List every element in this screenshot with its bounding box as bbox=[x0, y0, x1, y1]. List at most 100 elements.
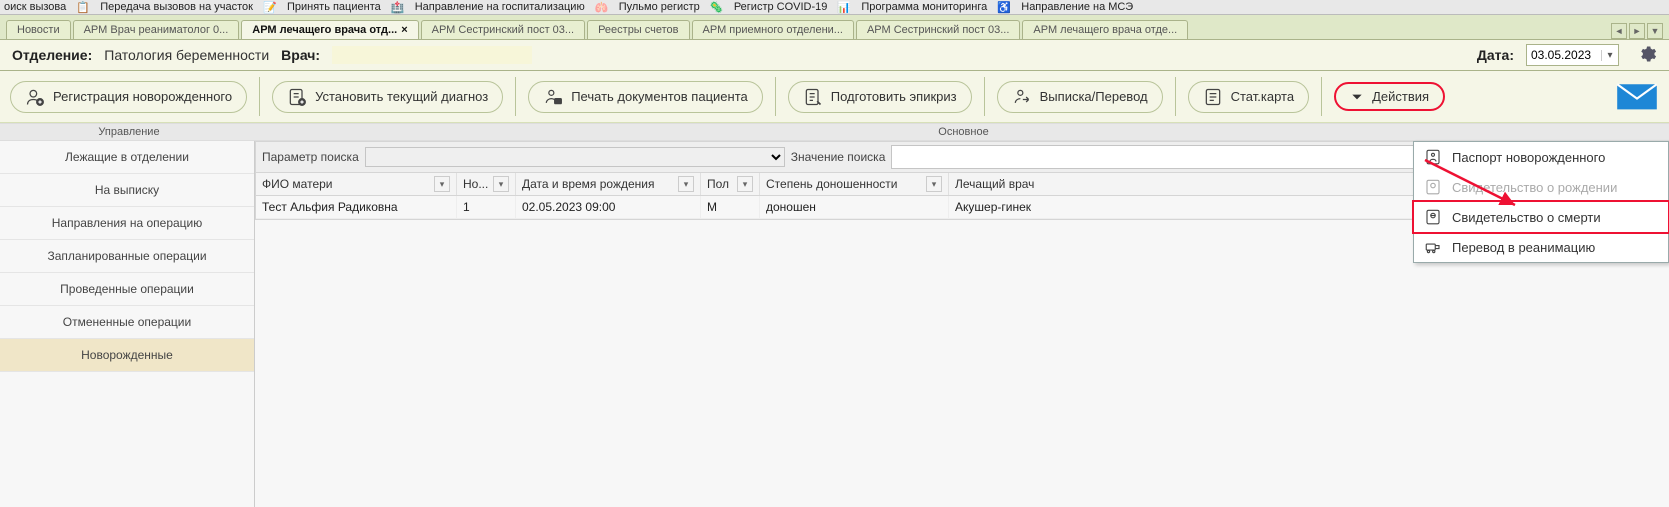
filter-icon[interactable]: ▾ bbox=[493, 176, 509, 192]
menu-item-passport[interactable]: Паспорт новорожденного bbox=[1414, 142, 1668, 172]
gear-icon[interactable] bbox=[1637, 44, 1657, 67]
tab[interactable]: АРМ лечащего врача отде... bbox=[1022, 20, 1188, 39]
button-label: Печать документов пациента bbox=[571, 89, 748, 104]
icon: ♿ bbox=[993, 1, 1015, 13]
department-label: Отделение: bbox=[12, 47, 92, 63]
icon: 🫁 bbox=[591, 1, 613, 13]
button-label: Выписка/Перевод bbox=[1040, 89, 1148, 104]
filter-icon[interactable]: ▾ bbox=[434, 176, 450, 192]
department-value: Патология беременности bbox=[104, 47, 269, 63]
date-picker[interactable]: ▾ bbox=[1526, 44, 1619, 66]
divider bbox=[984, 77, 985, 116]
actions-button[interactable]: Действия bbox=[1334, 82, 1445, 111]
tab-nav: ◄ ► ▼ bbox=[1611, 23, 1663, 39]
divider bbox=[515, 77, 516, 116]
icon: 📋 bbox=[72, 1, 94, 13]
menu-item[interactable]: Программа мониторинга bbox=[857, 1, 991, 13]
tab-prev-button[interactable]: ◄ bbox=[1611, 23, 1627, 39]
menu-item-label: Перевод в реанимацию bbox=[1452, 240, 1595, 255]
menu-item[interactable]: Направление на МСЭ bbox=[1017, 1, 1137, 13]
sidebar-item-selected[interactable]: Новорожденные bbox=[0, 339, 254, 372]
filter-icon[interactable]: ▾ bbox=[678, 176, 694, 192]
cell: 1 bbox=[457, 196, 516, 218]
divider bbox=[1175, 77, 1176, 116]
menu-item[interactable]: Принять пациента bbox=[283, 1, 385, 13]
print-docs-button[interactable]: Печать документов пациента bbox=[528, 81, 763, 113]
set-diagnosis-button[interactable]: Установить текущий диагноз bbox=[272, 81, 503, 113]
group-management: Управление bbox=[0, 124, 258, 140]
tab-bar: Новости АРМ Врач реаниматолог 0... АРМ л… bbox=[0, 15, 1669, 40]
button-label: Подготовить эпикриз bbox=[831, 89, 957, 104]
date-input[interactable] bbox=[1527, 46, 1601, 64]
tab[interactable]: АРМ Сестринский пост 03... bbox=[856, 20, 1020, 39]
discharge-transfer-button[interactable]: Выписка/Перевод bbox=[997, 81, 1163, 113]
tab[interactable]: АРМ приемного отделени... bbox=[692, 20, 854, 39]
menu-item-to-reanimation[interactable]: Перевод в реанимацию bbox=[1414, 232, 1668, 262]
mail-icon[interactable] bbox=[1615, 77, 1659, 116]
menu-item[interactable]: Передача вызовов на участок bbox=[96, 1, 257, 13]
column-header[interactable]: Лечащий врач bbox=[955, 177, 1034, 191]
sidebar-item[interactable]: Проведенные операции bbox=[0, 273, 254, 306]
divider bbox=[259, 77, 260, 116]
cell: Тест Альфия Радиковна bbox=[256, 196, 457, 218]
menu-item[interactable]: Направление на госпитализацию bbox=[411, 1, 589, 13]
filter-icon[interactable]: ▾ bbox=[737, 176, 753, 192]
button-label: Регистрация новорожденного bbox=[53, 89, 232, 104]
sidebar-item[interactable]: Отмененные операции bbox=[0, 306, 254, 339]
tab[interactable]: АРМ Сестринский пост 03... bbox=[421, 20, 585, 39]
menu-item-death-cert[interactable]: Свидетельство о смерти bbox=[1412, 200, 1669, 234]
tab-active[interactable]: АРМ лечащего врача отд... × bbox=[241, 20, 418, 39]
button-label: Стат.карта bbox=[1231, 89, 1294, 104]
menu-item[interactable]: оиск вызова bbox=[0, 1, 70, 13]
sidebar-item[interactable]: На выписку bbox=[0, 174, 254, 207]
dropdown-icon[interactable]: ▾ bbox=[1601, 50, 1618, 61]
menu-item-label: Свидетельство о рождении bbox=[1452, 180, 1617, 195]
top-menu-bar: оиск вызова 📋 Передача вызовов на участо… bbox=[0, 0, 1669, 15]
search-value-label: Значение поиска bbox=[791, 150, 886, 164]
close-icon[interactable]: × bbox=[401, 24, 407, 36]
doctor-value bbox=[332, 46, 532, 64]
doctor-label: Врач: bbox=[281, 47, 320, 63]
column-header[interactable]: Пол bbox=[707, 177, 729, 191]
search-param-select[interactable] bbox=[365, 147, 785, 167]
cell: М bbox=[701, 196, 760, 218]
date-label: Дата: bbox=[1477, 47, 1514, 63]
toolbar: Регистрация новорожденного Установить те… bbox=[0, 71, 1669, 123]
tab[interactable]: Реестры счетов bbox=[587, 20, 689, 39]
icon: 🏥 bbox=[387, 1, 409, 13]
sidebar: Лежащие в отделении На выписку Направлен… bbox=[0, 141, 255, 507]
sidebar-item[interactable]: Направления на операцию bbox=[0, 207, 254, 240]
button-label: Действия bbox=[1372, 89, 1429, 104]
prepare-epicrisis-button[interactable]: Подготовить эпикриз bbox=[788, 81, 972, 113]
search-param-label: Параметр поиска bbox=[262, 150, 359, 164]
icon: 📝 bbox=[259, 1, 281, 13]
tab[interactable]: Новости bbox=[6, 20, 71, 39]
menu-item[interactable]: Регистр COVID-19 bbox=[730, 1, 832, 13]
sidebar-item[interactable]: Лежащие в отделении bbox=[0, 141, 254, 174]
icon: 📊 bbox=[833, 1, 855, 13]
icon: 🦠 bbox=[706, 1, 728, 13]
tab-next-button[interactable]: ► bbox=[1629, 23, 1645, 39]
tab[interactable]: АРМ Врач реаниматолог 0... bbox=[73, 20, 240, 39]
sidebar-item[interactable]: Запланированные операции bbox=[0, 240, 254, 273]
register-newborn-button[interactable]: Регистрация новорожденного bbox=[10, 81, 247, 113]
tab-list-button[interactable]: ▼ bbox=[1647, 23, 1663, 39]
menu-item-birth-cert: Свидетельство о рождении bbox=[1414, 172, 1668, 202]
tab-label: АРМ лечащего врача отд... bbox=[252, 24, 397, 36]
column-header[interactable]: Степень доношенности bbox=[766, 177, 898, 191]
filter-icon[interactable]: ▾ bbox=[926, 176, 942, 192]
column-header[interactable]: ФИО матери bbox=[262, 177, 333, 191]
actions-dropdown-menu: Паспорт новорожденного Свидетельство о р… bbox=[1413, 141, 1669, 263]
stat-card-button[interactable]: Стат.карта bbox=[1188, 81, 1309, 113]
info-bar: Отделение: Патология беременности Врач: … bbox=[0, 40, 1669, 71]
cell: 02.05.2023 09:00 bbox=[516, 196, 701, 218]
column-header[interactable]: Но... bbox=[463, 177, 488, 191]
menu-item[interactable]: Пульмо регистр bbox=[615, 1, 704, 13]
main-area: Параметр поиска Значение поиска ФИО мате… bbox=[255, 141, 1669, 507]
group-main: Основное bbox=[258, 124, 1669, 140]
button-label: Установить текущий диагноз bbox=[315, 89, 488, 104]
group-header-bar: Управление Основное bbox=[0, 123, 1669, 141]
column-header[interactable]: Дата и время рождения bbox=[522, 177, 655, 191]
cell: доношен bbox=[760, 196, 949, 218]
divider bbox=[1321, 77, 1322, 116]
